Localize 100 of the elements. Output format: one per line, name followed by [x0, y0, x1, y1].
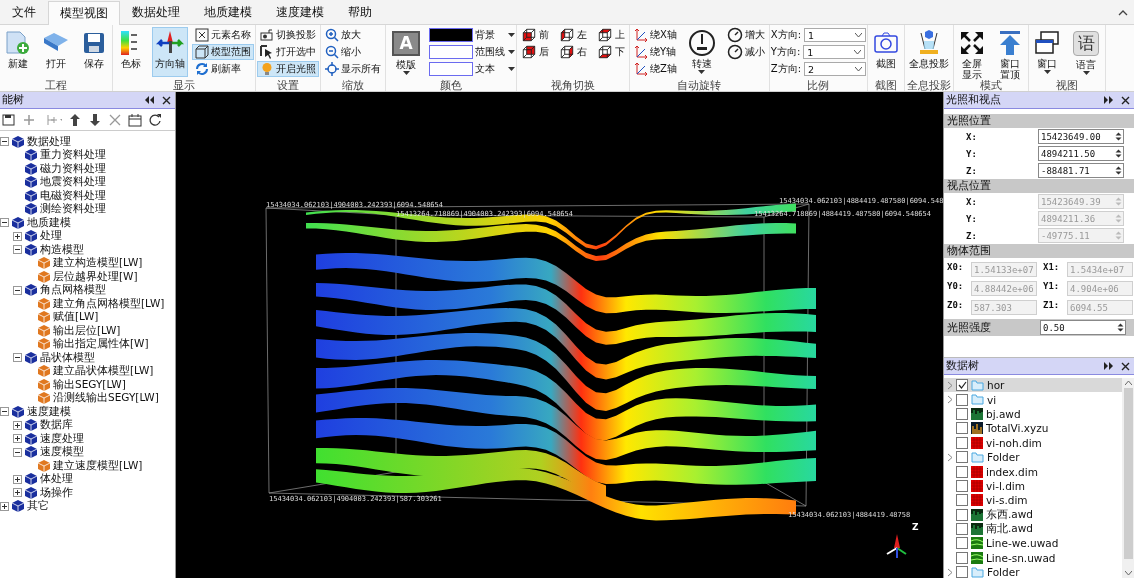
ribbon-tab[interactable]: 速度建模	[264, 0, 336, 24]
tree-item[interactable]: 磁力资料处理	[40, 161, 106, 176]
tree-item[interactable]: 地震资料处理	[40, 175, 106, 190]
view-button[interactable]: 后	[518, 44, 552, 60]
ribbon-button[interactable]: 色标	[114, 27, 148, 77]
ribbon-button[interactable]: 全息投影	[906, 27, 953, 77]
checkbox[interactable]	[956, 379, 968, 392]
data-tree-row[interactable]: Line-sn.uwad	[944, 550, 1122, 566]
collapse-icon[interactable]	[13, 353, 22, 363]
checkbox[interactable]	[956, 551, 968, 564]
ribbon-button[interactable]: 刷新率	[192, 61, 254, 77]
ribbon-button[interactable]: 减小	[723, 44, 768, 60]
view-button[interactable]: 左	[556, 27, 590, 43]
tree-item[interactable]: 速度建模	[27, 404, 71, 419]
ribbon-button[interactable]: 截图	[869, 27, 904, 77]
data-tree-row[interactable]: 东西.awd	[944, 507, 1122, 522]
ribbon-button[interactable]: 切换投影	[257, 27, 319, 43]
tree-item[interactable]: 建立晶状体模型[LW]	[53, 364, 154, 379]
expand-icon[interactable]	[13, 420, 22, 430]
data-tree-row[interactable]: vi-l.dim	[944, 478, 1122, 494]
tree-item[interactable]: 层位越界处理[W]	[53, 269, 138, 284]
ribbon-button[interactable]: 元素名称	[192, 27, 254, 43]
tree-item[interactable]: 速度模型	[40, 445, 84, 460]
expand-icon[interactable]	[13, 434, 22, 444]
tree-item[interactable]: 数据库	[40, 418, 73, 433]
tree-item[interactable]: 建立速度模型[LW]	[53, 458, 143, 473]
collapse-icon[interactable]	[13, 447, 22, 457]
color-swatch[interactable]	[429, 45, 473, 59]
ribbon-button[interactable]: 打开	[39, 27, 73, 77]
ribbon-tab[interactable]: 文件	[0, 0, 48, 24]
data-tree-row[interactable]: TotalVi.xyzu	[944, 421, 1122, 436]
data-tree-row[interactable]: Line-we.uwad	[944, 536, 1122, 551]
tree-item[interactable]: 沿测线输出SEGY[LW]	[53, 391, 159, 406]
tree-item[interactable]: 重力资料处理	[40, 148, 106, 163]
checkbox[interactable]	[956, 407, 968, 420]
ribbon-tab[interactable]: 数据处理	[120, 0, 192, 24]
scale-select[interactable]: 2	[804, 62, 867, 76]
tree-item[interactable]: 处理	[40, 229, 62, 244]
tree-item[interactable]: 数据处理	[27, 134, 71, 149]
checkbox[interactable]	[956, 494, 968, 507]
data-tree-row[interactable]: 南北.awd	[944, 521, 1122, 537]
checkbox[interactable]	[956, 508, 968, 521]
ribbon-button[interactable]: 转速	[683, 27, 720, 77]
view-button[interactable]: 前	[518, 27, 552, 43]
number-field[interactable]: 4894211.50	[1038, 146, 1124, 161]
collapse-icon[interactable]	[13, 245, 22, 255]
data-tree-row[interactable]: vi-noh.dim	[944, 435, 1122, 450]
tree-item[interactable]: 场操作	[40, 485, 73, 500]
checkbox[interactable]	[956, 479, 968, 492]
color-swatch[interactable]	[429, 28, 473, 42]
expand-icon[interactable]	[13, 474, 22, 484]
data-tree-row[interactable]: hor	[944, 378, 1122, 393]
checkbox[interactable]	[956, 393, 968, 406]
tree-item[interactable]: 晶状体模型	[40, 350, 95, 365]
collapse-icon[interactable]	[0, 137, 9, 147]
view-button[interactable]: 右	[556, 44, 590, 60]
expand-icon[interactable]	[13, 231, 22, 241]
checkbox[interactable]	[956, 523, 968, 536]
data-tree-row[interactable]: Folder	[944, 565, 1122, 578]
expand-icon[interactable]	[13, 488, 22, 498]
data-tree-row[interactable]: vi	[944, 392, 1122, 407]
tree-item[interactable]: 输出指定属性体[W]	[53, 337, 149, 352]
ribbon-tab[interactable]: 模型视图	[48, 1, 120, 25]
ribbon-button[interactable]: 新建	[1, 27, 35, 77]
color-swatch[interactable]	[429, 62, 473, 76]
ribbon-button[interactable]: 打开选中	[257, 44, 319, 60]
ribbon-button[interactable]: 绕Y轴	[631, 44, 680, 60]
data-tree-row[interactable]: Folder	[944, 449, 1122, 465]
ribbon-button[interactable]: 语 语言	[1068, 27, 1105, 77]
ribbon-button[interactable]: 缩小	[322, 44, 384, 60]
ribbon-button[interactable]: 开启光照	[257, 61, 319, 77]
checkbox[interactable]	[956, 566, 968, 578]
tree-item[interactable]: 体处理	[40, 472, 73, 487]
checkbox[interactable]	[956, 465, 968, 478]
3d-viewport[interactable]	[176, 92, 943, 578]
checkbox[interactable]	[956, 537, 968, 550]
collapse-icon[interactable]	[0, 407, 9, 417]
checkbox[interactable]	[956, 451, 968, 464]
collapse-ribbon-icon[interactable]	[1118, 9, 1128, 16]
ribbon-tab[interactable]: 地质建模	[192, 0, 264, 24]
tree-item[interactable]: 地质建模	[27, 215, 71, 230]
ribbon-button[interactable]: 窗口	[1030, 27, 1065, 77]
ribbon-button[interactable]: 方向轴	[152, 27, 188, 77]
tree-item[interactable]: 建立角点网格模型[LW]	[53, 296, 165, 311]
tree-item[interactable]: 电磁资料处理	[40, 188, 106, 203]
data-tree-row[interactable]: bj.awd	[944, 406, 1122, 422]
ribbon-button[interactable]: 绕X轴	[631, 27, 680, 43]
scale-select[interactable]: 1	[804, 28, 867, 42]
data-tree-row[interactable]: vi-s.dim	[944, 493, 1122, 508]
expand-icon[interactable]	[0, 501, 9, 511]
collapse-icon[interactable]	[0, 218, 9, 228]
tree-item[interactable]: 输出层位[LW]	[53, 323, 121, 338]
tree-item[interactable]: 其它	[27, 499, 49, 514]
number-field[interactable]: 15423649.00	[1038, 129, 1124, 144]
ribbon-button[interactable]: 增大	[723, 27, 768, 43]
data-tree-row[interactable]: index.dim	[944, 464, 1122, 479]
tree-item[interactable]: 速度处理	[40, 431, 84, 446]
tree-item[interactable]: 角点网格模型	[40, 283, 106, 298]
view-button[interactable]: 上	[594, 27, 628, 43]
number-field[interactable]: 0.50	[1040, 320, 1126, 335]
